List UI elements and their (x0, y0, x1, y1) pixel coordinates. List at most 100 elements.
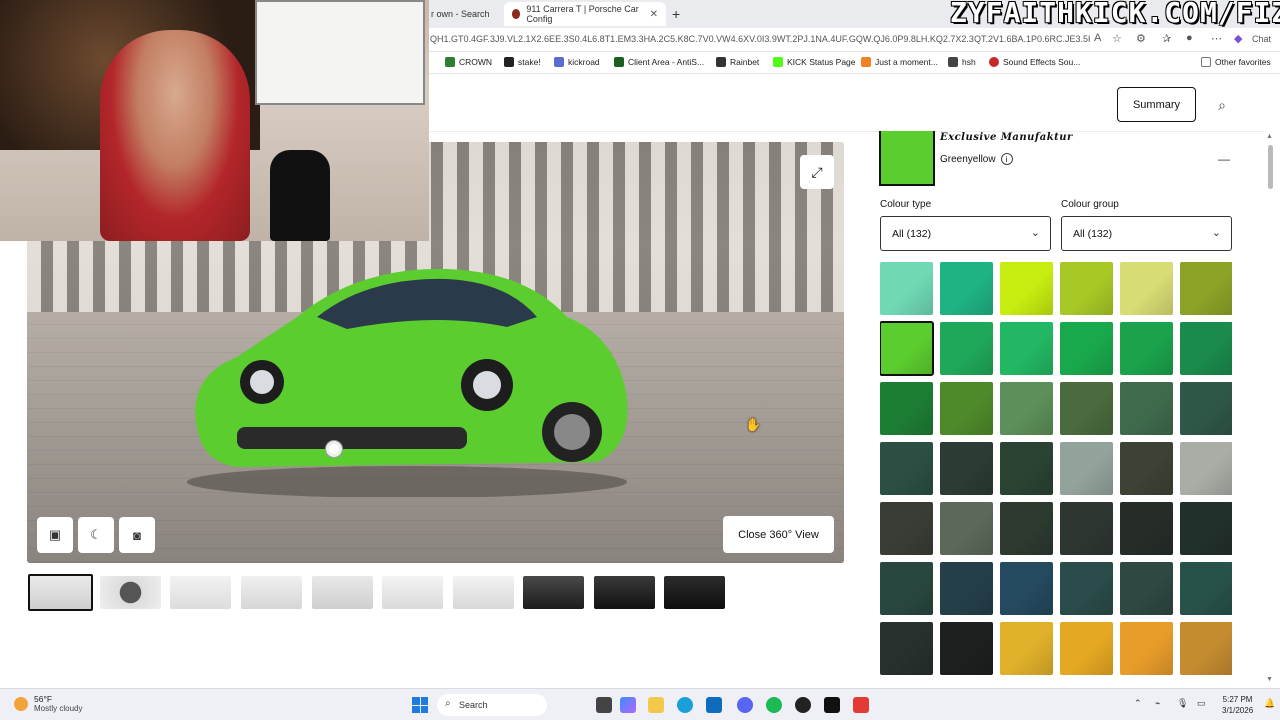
colour-swatch[interactable] (1000, 382, 1053, 435)
bookmark-just-a-moment[interactable]: Just a moment... (861, 57, 938, 67)
taskbar-search[interactable]: ⌕ Search (437, 694, 547, 716)
edge-browser-icon[interactable] (677, 697, 693, 713)
summary-button[interactable]: Summary (1117, 87, 1196, 122)
thumbnail-side-view[interactable] (170, 576, 231, 609)
epic-games-icon[interactable] (824, 697, 840, 713)
bookmark-kick-status[interactable]: KICK Status Page (773, 57, 856, 67)
colour-swatch[interactable] (1000, 442, 1053, 495)
task-view-icon[interactable] (596, 697, 612, 713)
colour-swatch[interactable] (1000, 322, 1053, 375)
bookmark-crown[interactable]: CROWN (445, 57, 492, 67)
profile-icon[interactable]: ● (1186, 32, 1193, 44)
colour-swatch[interactable] (940, 262, 993, 315)
thumbnail-interior-detail[interactable] (664, 576, 725, 609)
spotify-icon[interactable] (766, 697, 782, 713)
chat-label[interactable]: Chat (1252, 34, 1271, 44)
info-icon[interactable]: i (1000, 153, 1013, 165)
app-red-icon[interactable] (853, 697, 869, 713)
bookmark-client-area[interactable]: Client Area - AntiS... (614, 57, 704, 67)
colour-swatch[interactable] (880, 562, 933, 615)
panel-scrollbar[interactable] (1268, 145, 1273, 189)
file-explorer-icon[interactable] (648, 697, 664, 713)
colour-group-select[interactable]: All (132) ⌄ (1061, 216, 1232, 251)
close-icon[interactable]: ✕ (650, 9, 658, 20)
colour-swatch[interactable] (1180, 442, 1232, 495)
colour-swatch[interactable] (940, 502, 993, 555)
more-options-icon[interactable]: ⋯ (1211, 32, 1222, 45)
colour-swatch[interactable] (1060, 382, 1113, 435)
display-icon[interactable]: ▭ (1197, 698, 1206, 709)
copilot-app-icon[interactable] (620, 697, 636, 713)
thumbnail-interior-dashboard[interactable] (523, 576, 584, 609)
thumbnail-front[interactable] (382, 576, 443, 609)
tray-chevron-up-icon[interactable]: ⌃ (1134, 698, 1142, 709)
colour-swatch[interactable] (1060, 322, 1113, 375)
colour-swatch[interactable] (1000, 562, 1053, 615)
fullscreen-expand-icon[interactable]: ⤢ (800, 155, 834, 189)
camera-icon[interactable]: ◙ (119, 517, 155, 553)
other-favorites[interactable]: Other favorites (1201, 57, 1271, 67)
network-icon[interactable]: ⌁ (1155, 698, 1160, 709)
colour-swatch[interactable] (1060, 442, 1113, 495)
colour-swatch[interactable] (940, 442, 993, 495)
colour-swatch[interactable] (1060, 502, 1113, 555)
microsoft-store-icon[interactable] (706, 697, 722, 713)
colour-type-select[interactable]: All (132) ⌄ (880, 216, 1051, 251)
search-icon[interactable]: ⌕ (1208, 92, 1236, 118)
colour-swatch[interactable] (1180, 622, 1232, 675)
thumbnail-wheel[interactable] (100, 576, 161, 609)
url-field[interactable]: QH1.GT0.4GF.3J9.VL2.1X2.6EE.3S0.4L6.8T1.… (430, 34, 1090, 44)
thumbnail-rear[interactable] (453, 576, 514, 609)
collapse-minus-icon[interactable]: — (1218, 152, 1230, 166)
colour-swatch[interactable] (940, 562, 993, 615)
new-tab-plus-icon[interactable]: + (672, 2, 680, 26)
colour-swatch[interactable] (880, 502, 933, 555)
colour-swatch[interactable] (1060, 562, 1113, 615)
colour-swatch[interactable] (1120, 622, 1173, 675)
colour-swatch[interactable] (940, 322, 993, 375)
thumbnail-interior-seats[interactable] (594, 576, 655, 609)
weather-widget[interactable]: 56°F Mostly cloudy (14, 694, 82, 713)
copilot-icon[interactable]: ◆ (1234, 32, 1242, 45)
close-360-view-button[interactable]: Close 360° View (723, 516, 834, 553)
colour-swatch[interactable] (1060, 622, 1113, 675)
thumbnail-rear-three-quarter[interactable] (241, 576, 302, 609)
colour-swatch[interactable] (1060, 262, 1113, 315)
exterior-view-icon[interactable]: ▣ (37, 517, 73, 553)
colour-swatch[interactable] (940, 382, 993, 435)
colour-swatch[interactable] (1120, 322, 1173, 375)
thumbnail-front-view[interactable] (28, 574, 93, 611)
extensions-icon[interactable]: ⚙ (1136, 32, 1146, 45)
bookmark-sound-effects[interactable]: Sound Effects Sou... (989, 57, 1080, 67)
system-clock[interactable]: 5:27 PM 3/1/2026 (1222, 694, 1253, 716)
colour-swatch[interactable] (1180, 262, 1232, 315)
colour-swatch[interactable] (1180, 382, 1232, 435)
bookmark-kickroad[interactable]: kickroad (554, 57, 600, 67)
colour-swatch[interactable] (880, 262, 933, 315)
colour-swatch[interactable] (880, 622, 933, 675)
colour-swatch[interactable] (880, 321, 934, 376)
tab-porsche-configurator[interactable]: 911 Carrera T | Porsche Car Config ✕ (504, 2, 666, 26)
colour-swatch[interactable] (1120, 442, 1173, 495)
scroll-up-arrow-icon[interactable]: ▲ (1266, 133, 1273, 140)
obs-icon[interactable] (795, 697, 811, 713)
favorite-star-icon[interactable]: ☆ (1112, 32, 1122, 45)
read-aloud-icon[interactable]: A (1094, 32, 1101, 44)
bookmark-hsh[interactable]: hsh (948, 57, 976, 67)
bookmark-stake[interactable]: stake! (504, 57, 541, 67)
scroll-down-arrow-icon[interactable]: ▼ (1266, 676, 1273, 683)
favorites-icon[interactable]: ✰ (1162, 32, 1171, 45)
discord-icon[interactable] (737, 697, 753, 713)
thumbnail-top-view[interactable] (312, 576, 373, 609)
hotspot-marker[interactable] (326, 441, 342, 457)
colour-swatch[interactable] (1180, 502, 1232, 555)
microphone-tray-icon[interactable]: 🎙 (1177, 698, 1188, 709)
colour-swatch[interactable] (1180, 322, 1232, 375)
colour-swatch[interactable] (1120, 502, 1173, 555)
colour-swatch[interactable] (940, 622, 993, 675)
colour-swatch[interactable] (880, 382, 933, 435)
windows-start-icon[interactable] (412, 697, 428, 713)
night-mode-moon-icon[interactable]: ☾ (78, 517, 114, 553)
colour-swatch[interactable] (1000, 502, 1053, 555)
colour-swatch[interactable] (1120, 382, 1173, 435)
